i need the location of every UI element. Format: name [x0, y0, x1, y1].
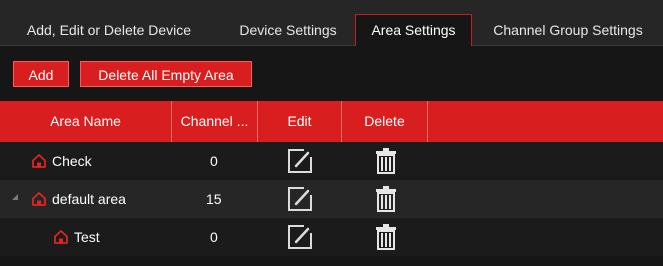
- delete-all-empty-area-button[interactable]: Delete All Empty Area: [80, 61, 252, 87]
- tab-area-settings[interactable]: Area Settings: [355, 14, 472, 46]
- home-icon: [32, 192, 46, 206]
- edit-icon[interactable]: [287, 224, 313, 250]
- area-name-cell: Test: [54, 218, 100, 256]
- tab-add-edit-delete-device[interactable]: Add, Edit or Delete Device: [14, 14, 204, 45]
- table-row[interactable]: Test 0: [0, 218, 663, 256]
- area-name-cell: Check: [32, 142, 92, 180]
- channel-count: 0: [210, 153, 218, 169]
- column-header-area-name[interactable]: Area Name: [0, 101, 172, 142]
- trash-icon[interactable]: [375, 223, 397, 250]
- table-row[interactable]: Check 0: [0, 142, 663, 180]
- column-header-channel[interactable]: Channel ...: [172, 101, 258, 142]
- area-name: default area: [52, 191, 126, 207]
- channel-count: 15: [206, 191, 222, 207]
- trash-icon[interactable]: [375, 147, 397, 174]
- tab-bar: Add, Edit or Delete Device Device Settin…: [0, 0, 663, 46]
- toolbar: Add Delete All Empty Area: [0, 46, 663, 100]
- column-header-edit: Edit: [258, 101, 342, 142]
- area-name: Test: [74, 229, 100, 245]
- area-name: Check: [52, 153, 92, 169]
- table-row[interactable]: default area 15: [0, 180, 663, 218]
- column-header-delete: Delete: [342, 101, 428, 142]
- table-header: Area Name Channel ... Edit Delete: [0, 101, 663, 142]
- home-icon: [54, 230, 68, 244]
- add-button[interactable]: Add: [13, 61, 69, 87]
- area-settings-window: Add, Edit or Delete Device Device Settin…: [0, 0, 663, 266]
- tab-channel-group-settings[interactable]: Channel Group Settings: [478, 14, 658, 45]
- area-name-cell: default area: [32, 180, 126, 218]
- expand-arrow-icon[interactable]: [12, 194, 18, 200]
- tab-device-settings[interactable]: Device Settings: [226, 14, 350, 45]
- home-icon: [32, 154, 46, 168]
- edit-icon[interactable]: [287, 186, 313, 212]
- channel-count: 0: [210, 229, 218, 245]
- edit-icon[interactable]: [287, 148, 313, 174]
- trash-icon[interactable]: [375, 185, 397, 212]
